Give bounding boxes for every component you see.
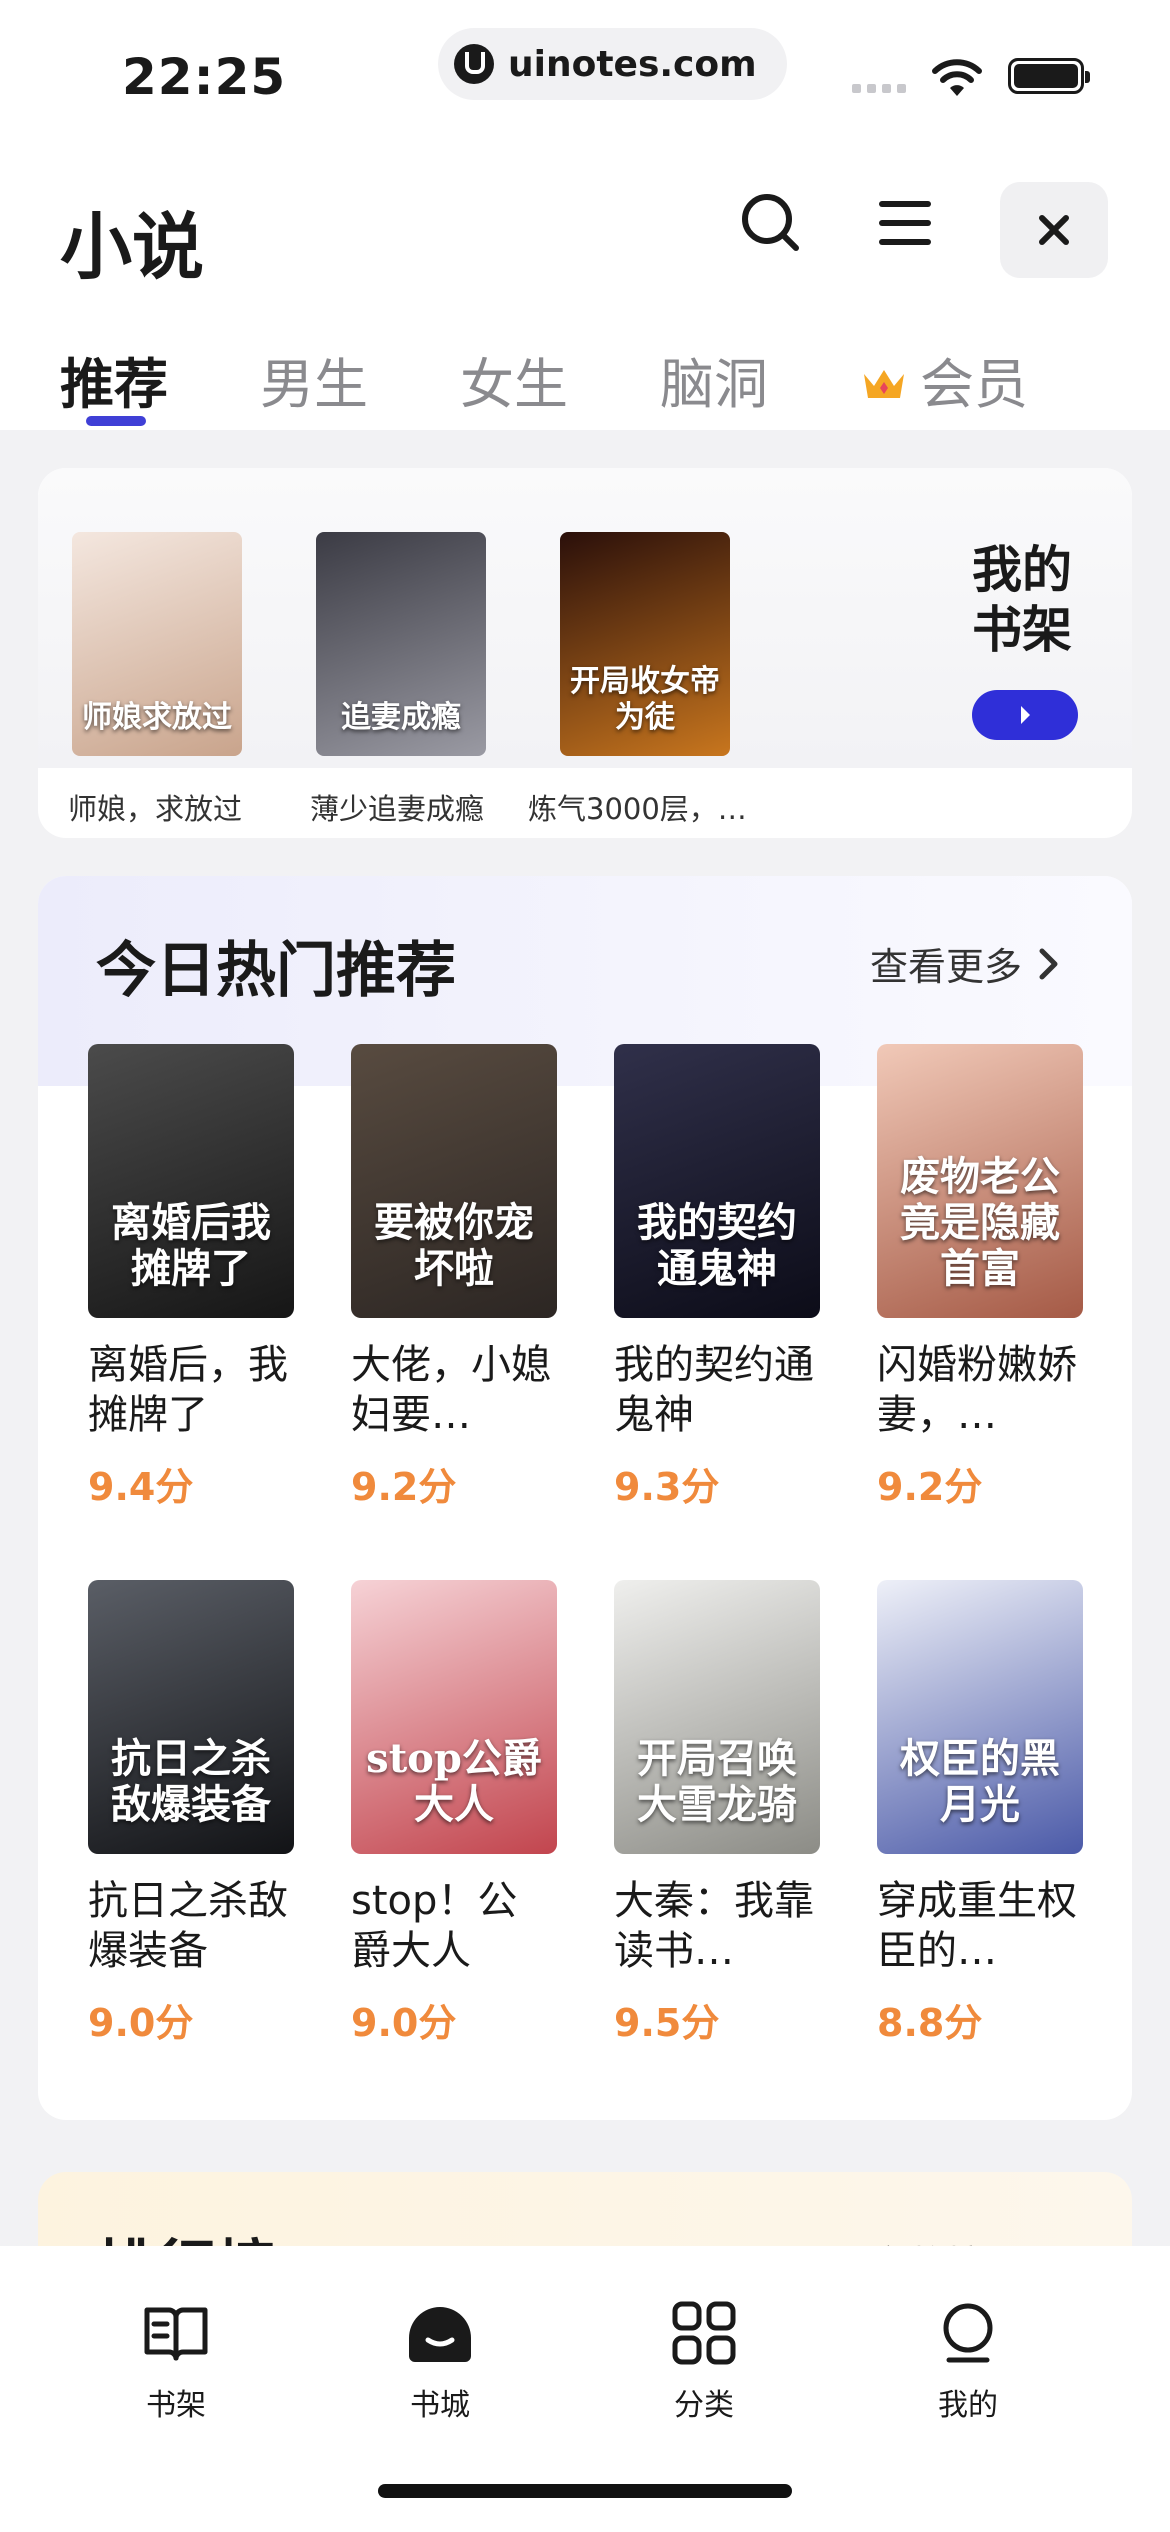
cover-title-text: 抗日之杀敌爆装备 xyxy=(111,1735,271,1828)
cover-title-text: 追妻成瘾 xyxy=(341,700,461,735)
cover-title-text: 开局收女帝为徒 xyxy=(570,664,720,735)
nav-label: 书架 xyxy=(146,2388,206,2423)
active-tab-indicator xyxy=(86,416,146,426)
status-bar: 22:25 uinotes.com xyxy=(0,0,1170,150)
book-score: 9.3分 xyxy=(614,1465,720,1509)
book-cover[interactable]: 要被你宠坏啦 xyxy=(351,1044,557,1318)
book-cover[interactable]: 抗日之杀敌爆装备 xyxy=(88,1580,294,1854)
book-title[interactable]: 穿成重生权臣的… xyxy=(877,1876,1083,1976)
tab-vip[interactable]: 会员 xyxy=(862,340,1028,419)
shelf-book-cover[interactable]: 开局收女帝为徒 xyxy=(560,532,730,756)
book-title[interactable]: stop！公爵大人 xyxy=(351,1876,557,1976)
shelf-book-name[interactable]: 薄少追妻成瘾 xyxy=(310,786,484,828)
cover-title-text: 开局召唤大雪龙骑 xyxy=(637,1735,797,1828)
book-card[interactable]: 抗日之杀敌爆装备 抗日之杀敌爆装备 9.0分 xyxy=(88,1580,294,2047)
grid-icon xyxy=(672,2301,736,2365)
page-header: 小说 推荐 男生 女生 脑洞 会员 xyxy=(0,150,1170,430)
crown-icon xyxy=(864,370,904,399)
book-title[interactable]: 我的契约通鬼神 xyxy=(614,1340,820,1440)
shelf-book-cover[interactable]: 师娘求放过 xyxy=(72,532,242,756)
book-cover[interactable]: 我的契约通鬼神 xyxy=(614,1044,820,1318)
url-pill[interactable]: uinotes.com xyxy=(438,28,787,100)
book-card[interactable]: 废物老公竟是隐藏首富闪婚粉嫩娇妻，… 9.2分 xyxy=(877,1044,1083,1511)
shelf-book-cover[interactable]: 追妻成瘾 xyxy=(316,532,486,756)
tab-vip-label: 会员 xyxy=(920,353,1028,416)
book-open-icon xyxy=(144,2307,208,2361)
bookshelf-go-button[interactable] xyxy=(972,690,1078,740)
url-text: uinotes.com xyxy=(508,43,757,85)
nav-label: 书城 xyxy=(410,2388,470,2423)
nav-label: 我的 xyxy=(938,2388,998,2423)
see-more-link[interactable]: 查看更多 xyxy=(870,936,1060,991)
cover-title-text: 权臣的黑月光 xyxy=(900,1735,1060,1828)
category-tabs: 推荐 男生 女生 脑洞 会员 xyxy=(0,340,1170,430)
book-card[interactable]: 开局召唤大雪龙骑大秦：我靠读书… 9.5分 xyxy=(614,1580,820,2047)
book-card[interactable]: 离婚后我摊牌了离婚后，我摊牌了 9.4分 xyxy=(88,1044,294,1511)
wifi-icon xyxy=(932,59,982,96)
book-title[interactable]: 抗日之杀敌爆装备 xyxy=(88,1876,294,1976)
book-title[interactable]: 大秦：我靠读书… xyxy=(614,1876,820,1976)
book-title[interactable]: 离婚后，我摊牌了 xyxy=(88,1340,294,1440)
book-cover[interactable]: stop公爵大人 xyxy=(351,1580,557,1854)
chevron-right-icon xyxy=(1039,948,1058,979)
bookshelf-card: 师娘求放过 追妻成瘾 开局收女帝为徒 师娘，求放过 薄少追妻成瘾 炼气3000层… xyxy=(38,468,1132,838)
book-score: 9.0分 xyxy=(351,2001,457,2045)
hot-recommend-section: 今日热门推荐 查看更多 离婚后我摊牌了离婚后，我摊牌了 9.4分 要被你宠坏啦大佬，… xyxy=(38,876,1132,2120)
cover-title-text: 离婚后我摊牌了 xyxy=(111,1199,271,1292)
profile-icon xyxy=(943,2303,993,2363)
cover-title-text: 废物老公竟是隐藏首富 xyxy=(900,1153,1060,1292)
book-score: 9.5分 xyxy=(614,2001,720,2045)
home-indicator xyxy=(378,2484,792,2498)
tab-male[interactable]: 男生 xyxy=(260,340,368,419)
book-title[interactable]: 闪婚粉嫩娇妻，… xyxy=(877,1340,1083,1440)
shelf-book-name[interactable]: 炼气3000层，… xyxy=(528,786,747,828)
book-score: 8.8分 xyxy=(877,2001,983,2045)
book-card[interactable]: 权臣的黑月光穿成重生权臣的… 8.8分 xyxy=(877,1580,1083,2047)
nav-label: 分类 xyxy=(674,2388,734,2423)
nav-profile[interactable]: 我的 xyxy=(898,2298,1038,2424)
book-card[interactable]: 我的契约通鬼神 我的契约通鬼神 9.3分 xyxy=(614,1044,820,1511)
book-cover[interactable]: 权臣的黑月光 xyxy=(877,1580,1083,1854)
cellular-signal-icon xyxy=(852,84,906,93)
book-score: 9.2分 xyxy=(877,1465,983,1509)
close-button[interactable] xyxy=(1000,182,1108,278)
book-card[interactable]: 要被你宠坏啦大佬，小媳妇要… 9.2分 xyxy=(351,1044,557,1511)
tab-brain-hole[interactable]: 脑洞 xyxy=(660,340,768,419)
see-more-label: 查看更多 xyxy=(870,945,1023,989)
close-icon xyxy=(1039,215,1069,245)
tab-recommend[interactable]: 推荐 xyxy=(60,340,168,419)
site-logo-icon xyxy=(454,44,494,84)
status-time: 22:25 xyxy=(122,48,287,106)
menu-icon[interactable] xyxy=(872,190,938,256)
cover-title-text: 师娘求放过 xyxy=(82,700,232,735)
page-title: 小说 xyxy=(60,205,205,289)
nav-store[interactable]: 书城 xyxy=(370,2298,510,2424)
book-cover[interactable]: 开局召唤大雪龙骑 xyxy=(614,1580,820,1854)
book-title[interactable]: 大佬，小媳妇要… xyxy=(351,1340,557,1440)
bookshelf-title[interactable]: 我的书架 xyxy=(972,540,1092,660)
battery-icon xyxy=(1008,58,1090,94)
book-card[interactable]: stop公爵大人 stop！公爵大人 9.0分 xyxy=(351,1580,557,2047)
book-score: 9.0分 xyxy=(88,2001,194,2045)
book-cover[interactable]: 废物老公竟是隐藏首富 xyxy=(877,1044,1083,1318)
arrow-right-icon xyxy=(1021,706,1030,724)
cover-title-text: 我的契约通鬼神 xyxy=(637,1199,797,1292)
search-icon[interactable] xyxy=(738,190,804,256)
book-score: 9.4分 xyxy=(88,1465,194,1509)
nav-category[interactable]: 分类 xyxy=(634,2298,774,2424)
cover-title-text: 要被你宠坏啦 xyxy=(374,1199,534,1292)
tab-female[interactable]: 女生 xyxy=(460,340,568,419)
nav-bookshelf[interactable]: 书架 xyxy=(106,2298,246,2424)
cover-title-text: stop公爵大人 xyxy=(366,1735,542,1828)
book-score: 9.2分 xyxy=(351,1465,457,1509)
book-cover[interactable]: 离婚后我摊牌了 xyxy=(88,1044,294,1318)
section-title: 今日热门推荐 xyxy=(96,936,456,1006)
store-icon xyxy=(409,2307,471,2362)
shelf-book-name[interactable]: 师娘，求放过 xyxy=(68,786,242,828)
